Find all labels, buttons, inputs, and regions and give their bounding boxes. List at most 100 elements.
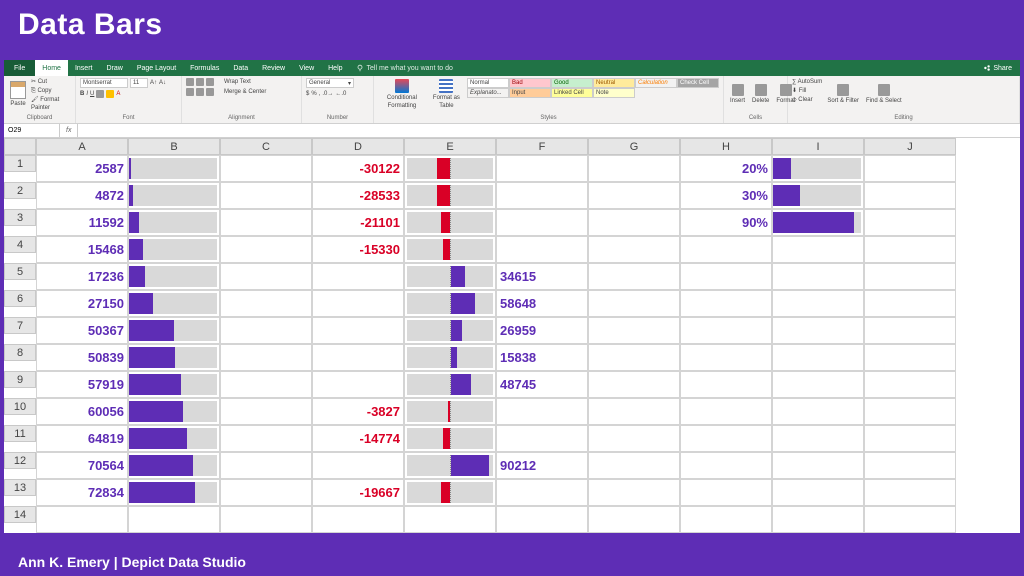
clear-button[interactable]: ◇ Clear [792,96,822,104]
row-header[interactable]: 8 [4,344,36,361]
cell[interactable] [312,506,404,533]
cell-styles-gallery[interactable]: NormalBadGoodNeutralCalculationCheck Cel… [467,78,719,98]
cell[interactable] [588,182,680,209]
cell[interactable] [588,155,680,182]
cell[interactable]: 57919 [36,371,128,398]
cell[interactable] [680,425,772,452]
name-box[interactable]: O29 [4,124,60,137]
cell[interactable] [128,317,220,344]
row-header[interactable]: 13 [4,479,36,496]
align-bottom-button[interactable] [206,78,214,86]
cell[interactable] [220,344,312,371]
cell-style-option[interactable]: Calculation [635,78,677,88]
italic-button[interactable]: I [86,90,88,98]
cell[interactable] [864,479,956,506]
cell[interactable]: -15330 [312,236,404,263]
cell[interactable] [404,182,496,209]
cell[interactable]: 58648 [496,290,588,317]
row-header[interactable]: 9 [4,371,36,388]
cell[interactable]: 50839 [36,344,128,371]
cell[interactable]: 50367 [36,317,128,344]
cell[interactable] [588,290,680,317]
increase-decimal-button[interactable]: .0→ [322,90,333,98]
cell[interactable] [864,344,956,371]
spreadsheet-grid[interactable]: ABCDEFGHIJ12587-3012220%24872-2853330%31… [4,138,1020,533]
align-top-button[interactable] [186,78,194,86]
menu-tab-formulas[interactable]: Formulas [183,60,226,76]
cell[interactable]: -19667 [312,479,404,506]
menu-tab-view[interactable]: View [292,60,321,76]
cell[interactable] [404,290,496,317]
cell-style-option[interactable]: Neutral [593,78,635,88]
cell[interactable] [128,479,220,506]
align-left-button[interactable] [186,88,194,96]
cell[interactable] [680,506,772,533]
cell[interactable] [128,290,220,317]
cell[interactable]: 15468 [36,236,128,263]
cell[interactable] [220,479,312,506]
cell[interactable] [496,209,588,236]
cell[interactable] [864,425,956,452]
cell[interactable] [220,452,312,479]
cell[interactable] [128,182,220,209]
cell[interactable]: -21101 [312,209,404,236]
copy-button[interactable]: ⎘ Copy [31,87,71,95]
sort-filter-button[interactable]: Sort & Filter [825,78,861,110]
cell[interactable] [496,182,588,209]
row-header[interactable]: 4 [4,236,36,253]
cell[interactable]: 48745 [496,371,588,398]
column-header[interactable]: H [680,138,772,155]
insert-cells-button[interactable]: Insert [728,78,747,110]
cell[interactable] [772,398,864,425]
cell-style-option[interactable]: Normal [467,78,509,88]
cell[interactable]: -3827 [312,398,404,425]
cell[interactable]: 11592 [36,209,128,236]
cell[interactable] [220,236,312,263]
cell[interactable] [864,371,956,398]
cell[interactable] [864,182,956,209]
cell[interactable] [220,317,312,344]
row-header[interactable]: 11 [4,425,36,442]
cell[interactable] [772,452,864,479]
cell[interactable]: 26959 [496,317,588,344]
cell[interactable] [772,236,864,263]
fx-label[interactable]: fx [60,124,78,137]
cell[interactable] [220,209,312,236]
cell[interactable] [312,452,404,479]
menu-tab-help[interactable]: Help [321,60,349,76]
cell-style-option[interactable]: Bad [509,78,551,88]
cell-style-option[interactable]: Input [509,88,551,98]
cell[interactable] [772,155,864,182]
cell[interactable]: 27150 [36,290,128,317]
cell[interactable] [588,398,680,425]
cell[interactable] [404,344,496,371]
cell[interactable] [680,452,772,479]
delete-cells-button[interactable]: Delete [750,78,771,110]
cell[interactable] [404,317,496,344]
font-name-select[interactable]: Montserrat [80,78,128,88]
cell-style-option[interactable]: Check Cell [677,78,719,88]
underline-button[interactable]: U [90,90,94,98]
cell[interactable] [772,182,864,209]
comma-button[interactable]: , [319,90,321,98]
cell[interactable] [496,398,588,425]
cell[interactable] [128,263,220,290]
cell[interactable] [496,155,588,182]
decrease-font-button[interactable]: A↓ [159,79,166,87]
cell-style-option[interactable]: Good [551,78,593,88]
column-header[interactable]: D [312,138,404,155]
cell[interactable] [588,263,680,290]
cell[interactable] [404,452,496,479]
menu-tab-insert[interactable]: Insert [68,60,100,76]
cell[interactable] [680,317,772,344]
row-header[interactable]: 12 [4,452,36,469]
cell[interactable] [404,236,496,263]
cell[interactable]: 90212 [496,452,588,479]
cell[interactable] [404,263,496,290]
cell[interactable] [864,209,956,236]
cell[interactable] [588,479,680,506]
number-format-select[interactable]: General▾ [306,78,354,88]
cell[interactable] [588,425,680,452]
cut-button[interactable]: ✂ Cut [31,78,71,86]
cell[interactable]: 72834 [36,479,128,506]
